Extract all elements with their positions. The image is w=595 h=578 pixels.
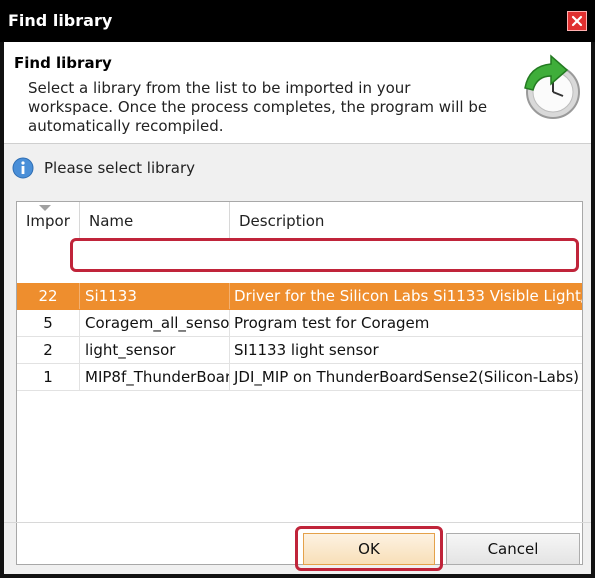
sort-arrow-icon <box>39 205 51 211</box>
table-row[interactable]: 5 Coragem_all_sensor Program test for Co… <box>17 310 582 337</box>
column-header-imports[interactable]: Impor <box>17 202 80 238</box>
clock-refresh-icon <box>524 54 580 119</box>
imports-cell: 5 <box>17 310 80 336</box>
column-header-name[interactable]: Name <box>80 202 230 238</box>
find-library-dialog: Find library Find library Select a libra… <box>0 0 595 578</box>
imports-cell: 1 <box>17 364 80 390</box>
imports-cell: 22 <box>17 283 80 309</box>
title-bar[interactable]: Find library <box>0 0 595 42</box>
ok-button[interactable]: OK <box>303 533 435 565</box>
header-description: Select a library from the list to be imp… <box>28 79 488 135</box>
description-cell: Driver for the Silicon Labs Si1133 Visib… <box>234 287 583 305</box>
description-cell: SI1133 light sensor <box>234 341 379 359</box>
close-icon <box>571 15 583 27</box>
info-text: Please select library <box>44 159 196 177</box>
name-cell: Si1133 <box>80 283 230 309</box>
description-cell: JDI_MIP on ThunderBoardSense2(Silicon-La… <box>234 368 580 386</box>
footer-divider <box>4 522 591 523</box>
header-title: Find library <box>14 54 112 72</box>
table-row[interactable]: 2 light_sensor SI1133 light sensor <box>17 337 582 364</box>
dialog-body: Find library Select a library from the l… <box>4 42 591 574</box>
header-panel: Find library Select a library from the l… <box>4 42 591 144</box>
library-list[interactable]: Impor Name Description 22 Si1133 Driver … <box>16 201 583 565</box>
description-cell: Program test for Coragem <box>234 314 430 332</box>
cancel-button[interactable]: Cancel <box>446 533 580 565</box>
table-row[interactable]: 1 MIP8f_ThunderBoar JDI_MIP on ThunderBo… <box>17 364 582 391</box>
imports-cell: 2 <box>17 337 80 363</box>
name-cell: MIP8f_ThunderBoar <box>80 364 230 390</box>
table-row[interactable]: 22 Si1133 Driver for the Silicon Labs Si… <box>17 283 583 310</box>
close-button[interactable] <box>567 11 587 31</box>
name-cell: Coragem_all_sensor <box>80 310 230 336</box>
info-icon <box>12 157 34 179</box>
column-header-description[interactable]: Description <box>230 202 582 238</box>
window-title: Find library <box>8 11 113 30</box>
name-cell: light_sensor <box>80 337 230 363</box>
